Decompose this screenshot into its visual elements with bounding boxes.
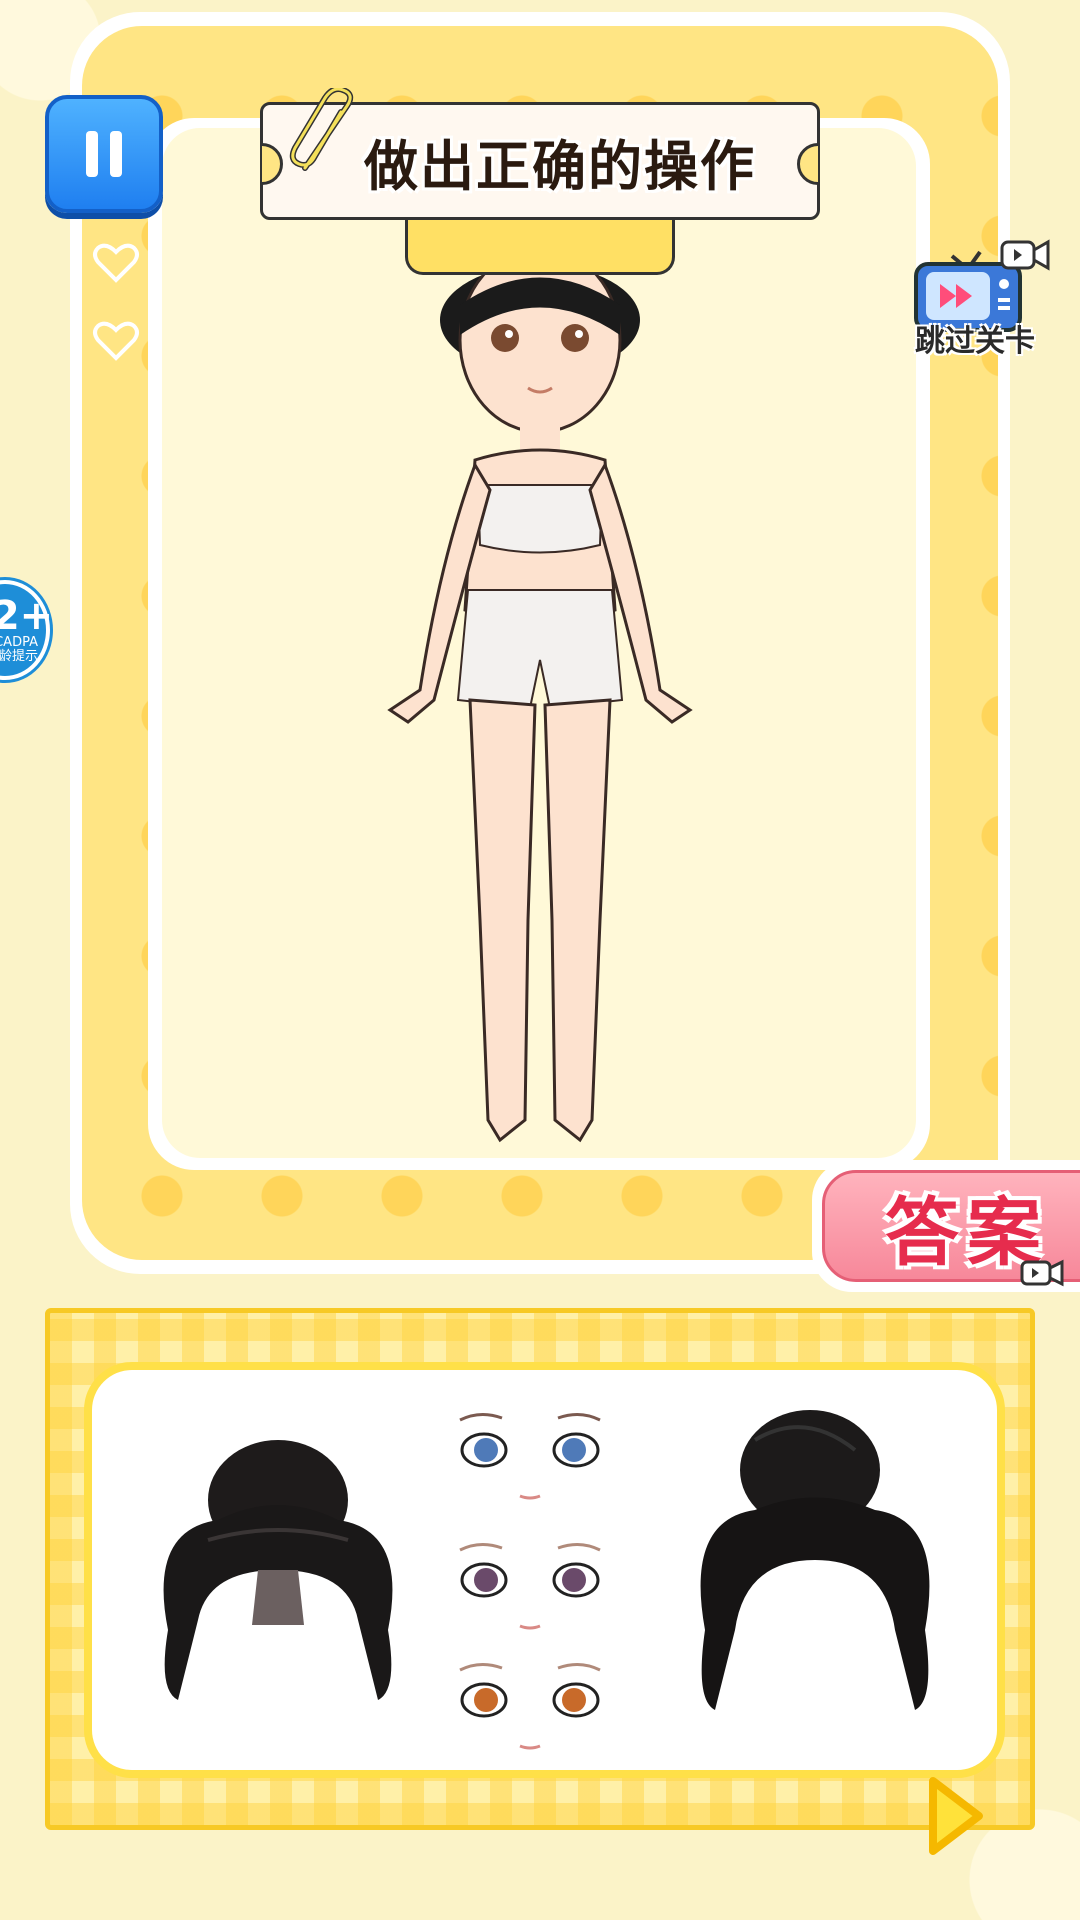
heart-icon <box>92 238 140 286</box>
eyes-orange-item[interactable] <box>450 1650 610 1760</box>
age-rating-note: 适龄提示 <box>0 649 38 664</box>
pause-button[interactable] <box>45 95 163 213</box>
skip-level-button[interactable]: 跳过关卡 <box>900 220 1050 360</box>
eyes-blue-item[interactable] <box>450 1400 610 1510</box>
next-arrow-button[interactable] <box>925 1775 987 1857</box>
video-camera-icon <box>1000 239 1050 271</box>
pause-icon <box>86 131 98 177</box>
hair-bun-plain-item[interactable] <box>685 1400 945 1730</box>
hair-bun-bangs-item[interactable] <box>148 1430 408 1710</box>
doll-character[interactable] <box>330 260 750 1160</box>
instruction-text: 做出正确的操作 <box>364 134 756 198</box>
age-rating-number: 12+ <box>0 593 54 639</box>
age-rating-org: CADPA <box>0 635 38 650</box>
eyes-purple-item[interactable] <box>450 1530 610 1640</box>
paperclip-icon <box>289 88 354 171</box>
video-camera-icon <box>1020 1259 1064 1287</box>
heart-icon <box>92 316 140 364</box>
skip-level-label: 跳过关卡 <box>915 324 1035 359</box>
title-tab <box>405 215 675 275</box>
